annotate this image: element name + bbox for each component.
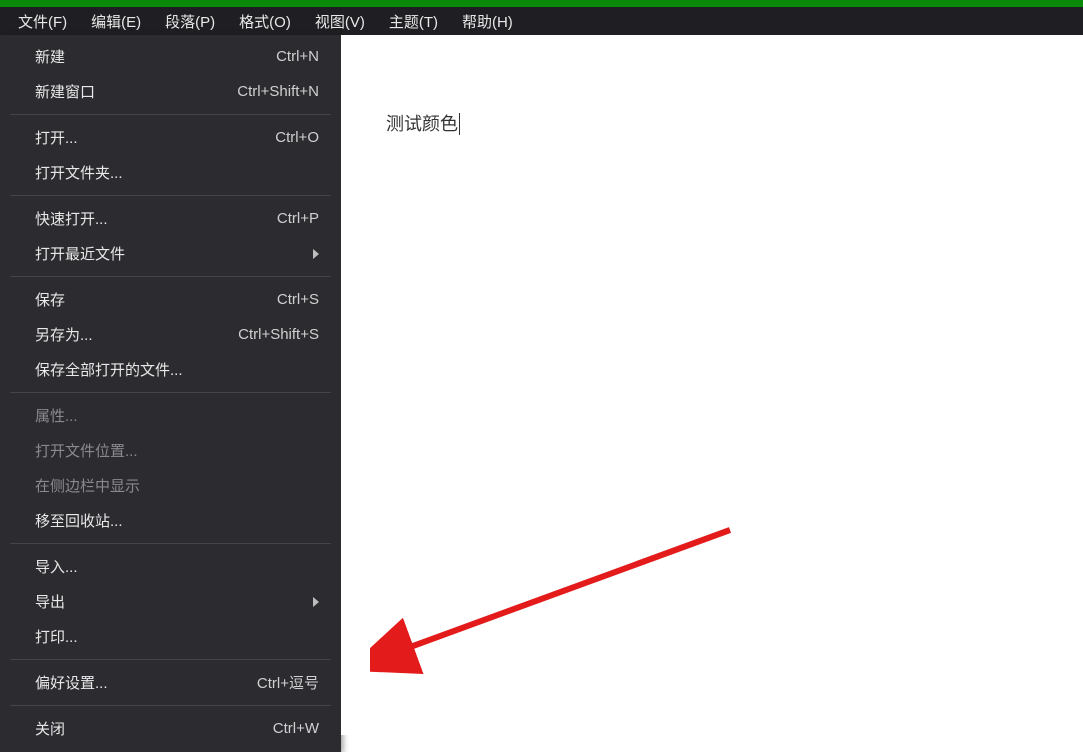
menu-item[interactable]: 另存为... Ctrl+Shift+S: [0, 317, 341, 352]
menu-item-shortcut: Ctrl+逗号: [257, 672, 319, 693]
menu-separator: [10, 659, 331, 660]
editor-area[interactable]: 测试颜色: [341, 35, 1083, 735]
menu-item[interactable]: 偏好设置... Ctrl+逗号: [0, 665, 341, 700]
menu-item-label: 新建: [35, 46, 256, 67]
menu-item[interactable]: 关闭 Ctrl+W: [0, 711, 341, 746]
menu-item-shortcut: Ctrl+O: [275, 129, 319, 146]
text-cursor: [459, 113, 460, 135]
menu-separator: [10, 543, 331, 544]
menu-paragraph[interactable]: 段落(P): [153, 7, 227, 36]
menu-item-label: 导出: [35, 591, 305, 612]
menu-item[interactable]: 打开... Ctrl+O: [0, 120, 341, 155]
chevron-right-icon: [313, 597, 319, 607]
menu-item-label: 在侧边栏中显示: [35, 475, 319, 496]
editor-text: 测试颜色: [386, 114, 458, 134]
menu-item-label: 打开文件夹...: [35, 162, 319, 183]
menu-item-shortcut: Ctrl+Shift+N: [237, 83, 319, 100]
menu-item[interactable]: 新建 Ctrl+N: [0, 39, 341, 74]
menu-item[interactable]: 快速打开... Ctrl+P: [0, 201, 341, 236]
menu-item-shortcut: Ctrl+P: [277, 210, 319, 227]
menu-separator: [10, 392, 331, 393]
menu-item-label: 打印...: [35, 626, 319, 647]
menu-item-label: 关闭: [35, 718, 253, 739]
menu-separator: [10, 114, 331, 115]
menu-help[interactable]: 帮助(H): [450, 7, 525, 36]
menu-item[interactable]: 导入...: [0, 549, 341, 584]
chevron-right-icon: [313, 249, 319, 259]
menu-item[interactable]: 保存全部打开的文件...: [0, 352, 341, 387]
menu-item: 在侧边栏中显示: [0, 468, 341, 503]
menu-item[interactable]: 移至回收站...: [0, 503, 341, 538]
menubar: 文件(F) 编辑(E) 段落(P) 格式(O) 视图(V) 主题(T) 帮助(H…: [0, 7, 1083, 35]
file-dropdown: 新建 Ctrl+N 新建窗口 Ctrl+Shift+N 打开... Ctrl+O 打开文件夹…: [0, 35, 341, 752]
menu-separator: [10, 705, 331, 706]
menu-item[interactable]: 打印...: [0, 619, 341, 654]
menu-item-label: 属性...: [35, 405, 319, 426]
menu-theme[interactable]: 主题(T): [377, 7, 450, 36]
menu-item[interactable]: 打开最近文件: [0, 236, 341, 271]
menu-item-label: 打开文件位置...: [35, 440, 319, 461]
menu-item-label: 保存: [35, 289, 257, 310]
menu-item-label: 打开...: [35, 127, 255, 148]
menu-item-label: 打开最近文件: [35, 243, 305, 264]
menu-item[interactable]: 保存 Ctrl+S: [0, 282, 341, 317]
menu-item: 属性...: [0, 398, 341, 433]
menu-item-shortcut: Ctrl+N: [276, 48, 319, 65]
menu-separator: [10, 195, 331, 196]
menu-item-label: 移至回收站...: [35, 510, 319, 531]
menu-item[interactable]: 导出: [0, 584, 341, 619]
menu-file[interactable]: 文件(F): [6, 7, 79, 36]
menu-item-label: 偏好设置...: [35, 672, 237, 693]
menu-item-label: 导入...: [35, 556, 319, 577]
menu-edit[interactable]: 编辑(E): [79, 7, 153, 36]
menu-item-label: 快速打开...: [35, 208, 257, 229]
menu-item[interactable]: 打开文件夹...: [0, 155, 341, 190]
menu-item-label: 另存为...: [35, 324, 218, 345]
menu-format[interactable]: 格式(O): [227, 7, 303, 36]
menu-item-label: 新建窗口: [35, 81, 217, 102]
menu-item-shortcut: Ctrl+S: [277, 291, 319, 308]
menu-separator: [10, 276, 331, 277]
menu-item: 打开文件位置...: [0, 433, 341, 468]
menu-item-shortcut: Ctrl+W: [273, 720, 319, 737]
menu-item-shortcut: Ctrl+Shift+S: [238, 326, 319, 343]
menu-view[interactable]: 视图(V): [303, 7, 377, 36]
menu-item-label: 保存全部打开的文件...: [35, 359, 319, 380]
menu-item[interactable]: 新建窗口 Ctrl+Shift+N: [0, 74, 341, 109]
